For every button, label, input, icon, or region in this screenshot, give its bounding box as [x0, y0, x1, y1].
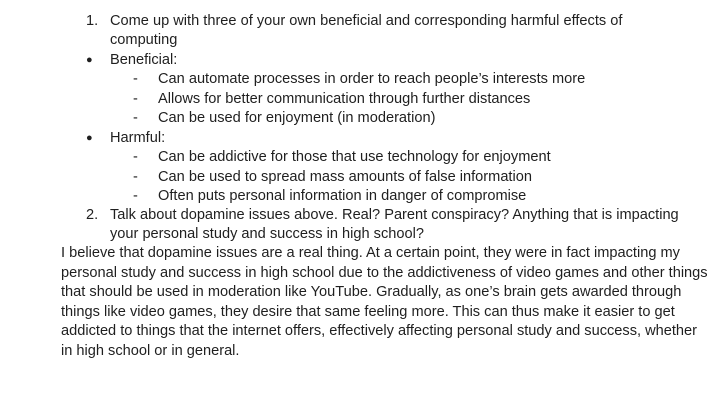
harmful-item-3: Often puts personal information in dange… [158, 188, 527, 204]
answer-paragraph: I believe that dopamine issues are a rea… [61, 245, 708, 359]
list-number-1: 1. [86, 13, 99, 29]
beneficial-heading: Beneficial: [110, 52, 178, 68]
dash-marker: - [133, 149, 138, 165]
dash-marker: - [133, 169, 138, 185]
harmful-item-2: Can be used to spread mass amounts of fa… [158, 169, 532, 185]
bullet-icon: ● [86, 54, 93, 66]
dash-marker: - [133, 91, 138, 107]
question-1-line-2: computing [110, 32, 178, 48]
harmful-heading: Harmful: [110, 130, 166, 146]
question-2-line-1: Talk about dopamine issues above. Real? … [110, 207, 679, 223]
dash-marker: - [133, 188, 138, 204]
dash-marker: - [133, 110, 138, 126]
beneficial-item-3: Can be used for enjoyment (in moderation… [158, 110, 436, 126]
list-number-2: 2. [86, 207, 99, 223]
question-1-line-1: Come up with three of your own beneficia… [110, 13, 623, 29]
beneficial-item-1: Can automate processes in order to reach… [158, 71, 586, 87]
bullet-icon: ● [86, 132, 93, 144]
question-2-line-2: your personal study and success in high … [110, 226, 424, 242]
beneficial-item-2: Allows for better communication through … [158, 91, 531, 107]
document-page: 1. Come up with three of your own benefi… [0, 0, 725, 404]
dash-marker: - [133, 71, 138, 87]
harmful-item-1: Can be addictive for those that use tech… [158, 149, 551, 165]
